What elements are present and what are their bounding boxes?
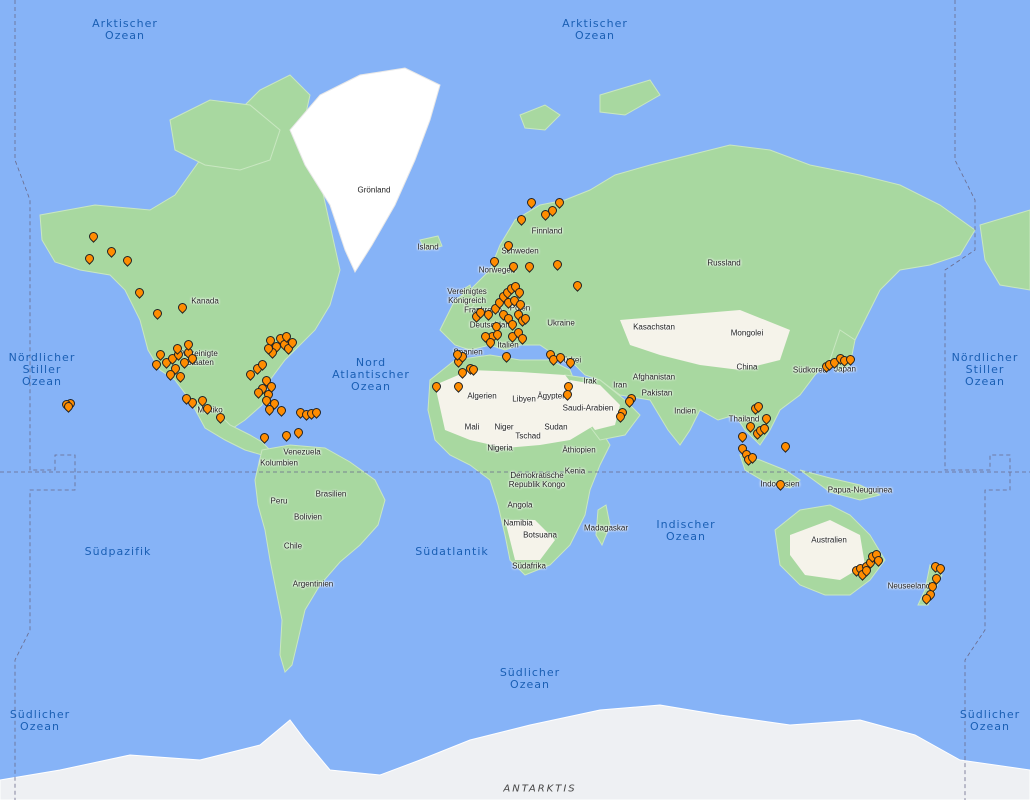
country-label: Grönland <box>357 185 391 195</box>
country-label: Niger <box>494 422 514 432</box>
ocean-label: Indischer Ozean <box>656 518 716 543</box>
ocean-label: Nördlicher Stiller Ozean <box>951 351 1019 388</box>
country-label: Iran <box>613 380 627 390</box>
ocean-label: Südatlantik <box>415 545 489 558</box>
country-label: Madagaskar <box>583 523 629 533</box>
country-label: Äthiopien <box>562 445 596 455</box>
world-map[interactable]: Grönland Island Finnland Schweden Norwegen Ve… <box>0 0 1030 800</box>
country-label: Island <box>417 242 439 252</box>
country-label: Namibia <box>503 518 533 528</box>
country-label: Südafrika <box>512 561 546 571</box>
country-label: Kenia <box>564 466 586 476</box>
ocean-label: Arktischer Ozean <box>92 17 158 42</box>
country-label: China <box>736 362 758 372</box>
ocean-label: Südlicher Ozean <box>9 708 71 733</box>
country-label: Mongolei <box>730 328 764 338</box>
ocean-label: Südlicher Ozean <box>499 666 561 691</box>
country-label: Papua-Neuguinea <box>827 485 893 495</box>
land-chukotka-east <box>979 209 1030 291</box>
country-label: Mali <box>464 422 480 432</box>
country-label: Russland <box>707 258 741 268</box>
country-label: Pakistan <box>641 388 673 398</box>
country-label: Argentinien <box>292 579 334 589</box>
ocean-label: Südpazifik <box>84 545 152 558</box>
country-label: Kolumbien <box>260 458 298 468</box>
ocean-label: Südlicher Ozean <box>959 708 1021 733</box>
land-masses <box>39 67 1030 673</box>
country-label: Chile <box>283 541 303 551</box>
country-label: Nigeria <box>487 443 513 453</box>
country-label: Thailand <box>728 414 760 424</box>
country-label: Tschad <box>515 431 541 441</box>
country-label: Saudi-Arabien <box>562 403 614 413</box>
antarctica-label: ANTARKTIS <box>503 783 577 795</box>
country-label: Kanada <box>191 296 219 306</box>
ocean-label: Nördlicher Stiller Ozean <box>8 351 76 388</box>
country-label: Angola <box>507 500 533 510</box>
land-south-america <box>254 444 386 673</box>
country-label: Brasilien <box>315 489 347 499</box>
country-label: Italien <box>497 340 519 350</box>
country-label: Kasachstan <box>633 322 675 332</box>
ocean-label: Nord Atlantischer Ozean <box>332 356 410 393</box>
land-svalbard <box>519 104 561 131</box>
country-label: Ukraine <box>547 318 575 328</box>
country-label: Peru <box>270 496 288 506</box>
country-label: Bolivien <box>293 512 323 522</box>
country-label: Irak <box>583 376 597 386</box>
country-label: Vereinigtes Königreich <box>447 287 487 305</box>
country-label: Botsuana <box>523 530 557 540</box>
country-label: Finnland <box>531 226 563 236</box>
country-label: Indien <box>674 406 696 416</box>
country-label: Algerien <box>467 391 497 401</box>
country-label: Sudan <box>544 422 568 432</box>
land-novaya-zemlya <box>599 79 661 116</box>
country-label: Afghanistan <box>632 372 676 382</box>
ocean-label: Arktischer Ozean <box>562 17 628 42</box>
country-label: Venezuela <box>283 447 321 457</box>
country-label: Neuseeland <box>887 581 931 591</box>
country-label: Libyen <box>512 394 536 404</box>
country-label: Australien <box>811 535 847 545</box>
